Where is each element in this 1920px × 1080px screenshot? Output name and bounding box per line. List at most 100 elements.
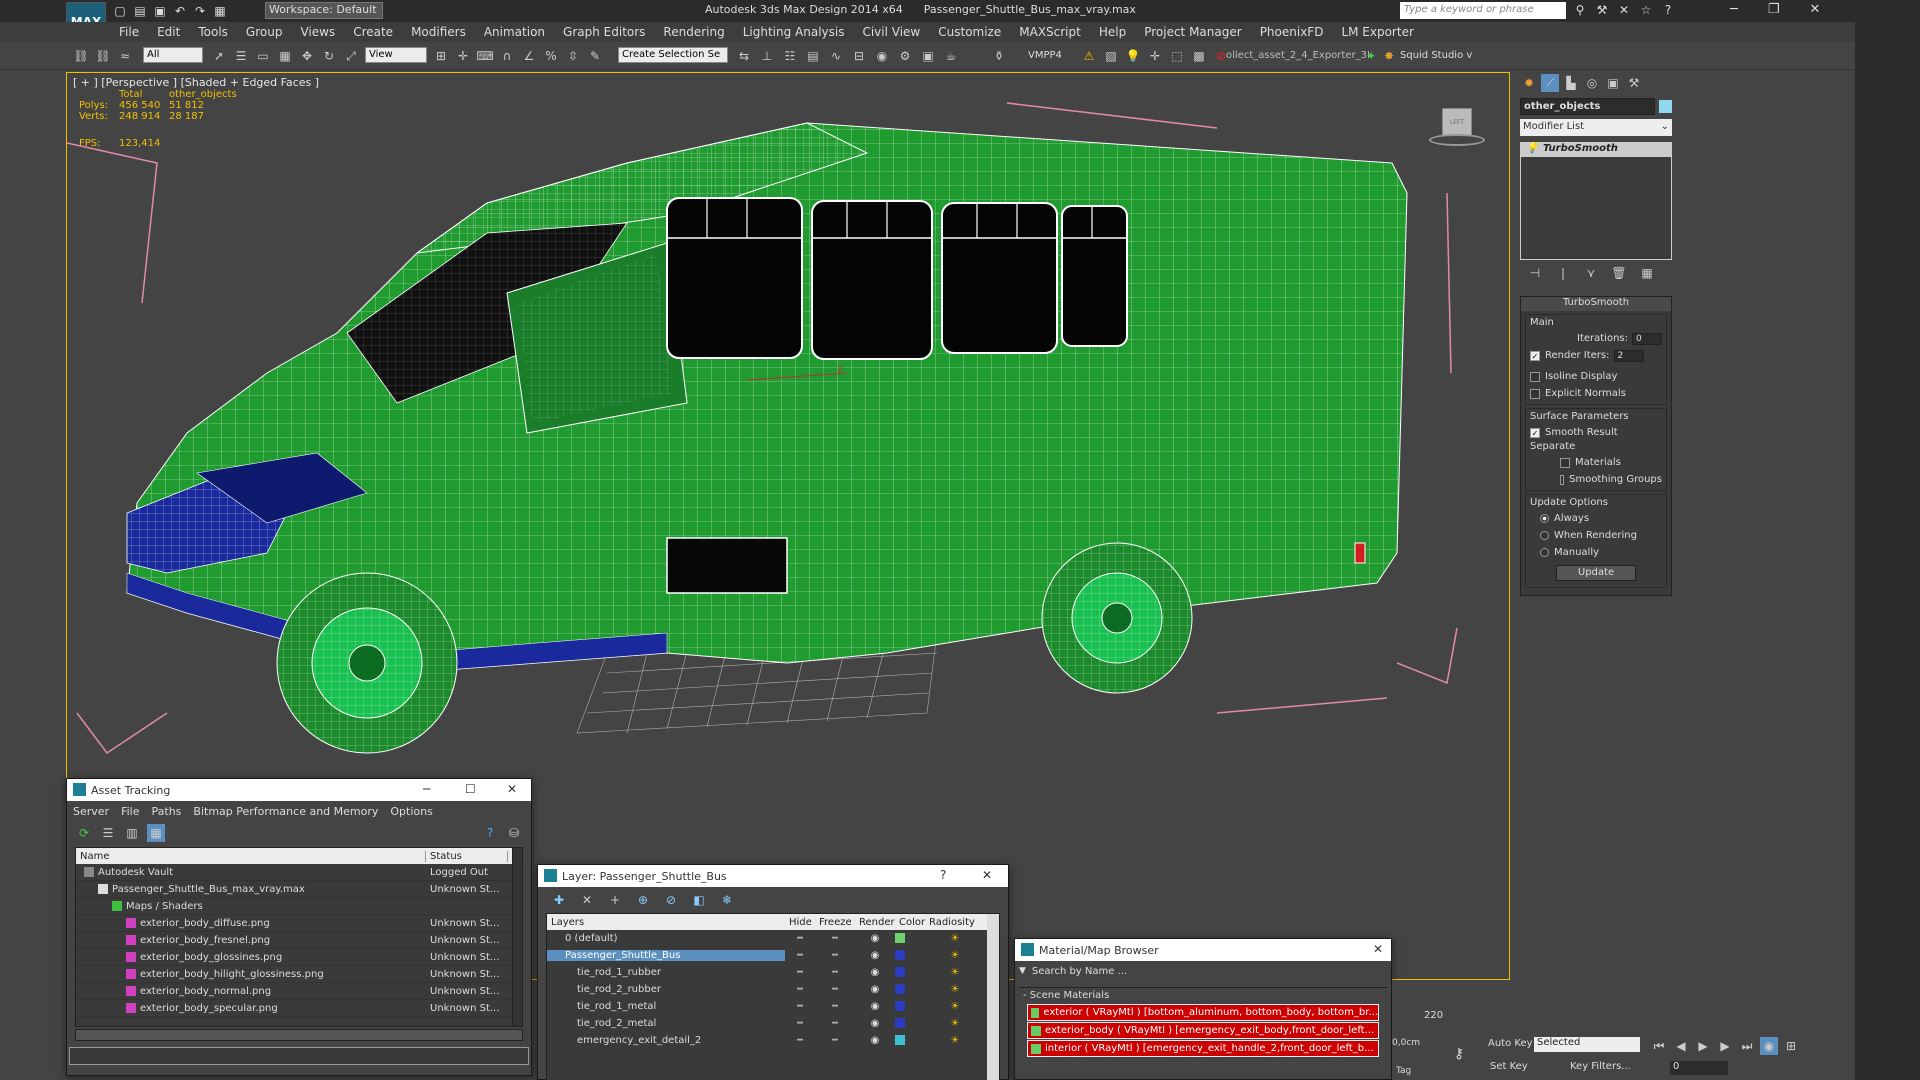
- asset-row[interactable]: Passenger_Shuttle_Bus_max_vray.max Unknow…: [76, 881, 522, 898]
- when-rendering-radio[interactable]: [1540, 531, 1549, 540]
- select-by-name-icon[interactable]: ☰: [232, 47, 250, 65]
- unlink-icon[interactable]: ⛓: [94, 47, 112, 65]
- close-button[interactable]: ✕: [1373, 942, 1383, 956]
- select-in-layer-icon[interactable]: ⊕: [634, 891, 652, 909]
- hide-toggle-icon[interactable]: ┅: [785, 967, 815, 978]
- iterations-spinner[interactable]: 0: [1632, 332, 1662, 345]
- hide-toggle-icon[interactable]: ┅: [785, 1035, 815, 1046]
- render-frame-icon[interactable]: ▣: [919, 47, 937, 65]
- menu-item-views[interactable]: Views: [291, 25, 344, 39]
- key-icon[interactable]: ⚷: [1454, 1046, 1464, 1062]
- stack-item-turbosmooth[interactable]: 💡 TurboSmooth: [1521, 143, 1671, 157]
- asset-menu-options[interactable]: Options: [390, 805, 432, 818]
- refresh-icon[interactable]: ⟳: [75, 824, 93, 842]
- add-to-layer-icon[interactable]: +: [606, 891, 624, 909]
- render-toggle-icon[interactable]: ◉: [855, 984, 895, 995]
- image-icon[interactable]: ▨: [1102, 47, 1120, 65]
- explicit-normals-checkbox[interactable]: [1530, 388, 1540, 399]
- binoculars-icon[interactable]: ⚲: [1572, 2, 1588, 18]
- freeze-all-icon[interactable]: ❄: [718, 891, 736, 909]
- schematic-icon[interactable]: ⊟: [850, 47, 868, 65]
- scene-materials-header[interactable]: - Scene Materials: [1019, 988, 1387, 1003]
- window-crossing-icon[interactable]: ▦: [276, 47, 294, 65]
- coord-field[interactable]: 0,0cm: [1392, 1038, 1442, 1052]
- select-object-icon[interactable]: ➚: [210, 47, 228, 65]
- prev-frame-icon[interactable]: ◀: [1672, 1037, 1690, 1055]
- transform-icon[interactable]: ✛: [1146, 47, 1164, 65]
- asset-row[interactable]: Autodesk Vault Logged Out: [76, 864, 522, 881]
- asset-menu-paths[interactable]: Paths: [152, 805, 182, 818]
- layer-col-render[interactable]: Render: [855, 917, 895, 928]
- list-view-icon[interactable]: ☰: [99, 824, 117, 842]
- hide-toggle-icon[interactable]: ┅: [785, 1001, 815, 1012]
- layer-col-radiosity[interactable]: Radiosity: [925, 917, 985, 928]
- material-editor-icon[interactable]: ◉: [873, 47, 891, 65]
- radiosity-icon[interactable]: ☀: [925, 967, 985, 978]
- menu-item-create[interactable]: Create: [344, 25, 402, 39]
- vertical-scrollbar[interactable]: [512, 848, 522, 1026]
- render-toggle-icon[interactable]: ◉: [855, 967, 895, 978]
- layer-row[interactable]: tie_rod_2_rubber ┅ ┅ ◉ ☀: [547, 981, 999, 998]
- menu-item-graph-editors[interactable]: Graph Editors: [554, 25, 654, 39]
- radiosity-icon[interactable]: ☀: [925, 950, 985, 961]
- close-button[interactable]: ✕: [1809, 2, 1820, 17]
- layer-row[interactable]: tie_rod_2_metal ┅ ┅ ◉ ☀: [547, 1015, 999, 1032]
- render-toggle-icon[interactable]: ◉: [855, 1018, 895, 1029]
- materials-checkbox[interactable]: [1560, 457, 1570, 468]
- move-icon[interactable]: ✥: [298, 47, 316, 65]
- bulb-icon[interactable]: 💡: [1526, 143, 1538, 154]
- menu-item-lm-exporter[interactable]: LM Exporter: [1332, 25, 1422, 39]
- render-icon[interactable]: ☕: [942, 47, 960, 65]
- curve-editor-icon[interactable]: ∿: [827, 47, 845, 65]
- modifier-list-dropdown[interactable]: Modifier List ⌄: [1520, 119, 1672, 136]
- percent-snap-icon[interactable]: %: [542, 47, 560, 65]
- undo-icon[interactable]: ↶: [172, 3, 188, 19]
- menu-item-modifiers[interactable]: Modifiers: [402, 25, 475, 39]
- layer-row[interactable]: Passenger_Shuttle_Bus ┅ ┅ ◉ ☀: [547, 947, 999, 964]
- layer-dialog-titlebar[interactable]: Layer: Passenger_Shuttle_Bus ? ✕: [538, 865, 1008, 887]
- exporter-label[interactable]: ollect_asset_2_4_Exporter_3I: [1226, 50, 1370, 61]
- bind-spacewarp-icon[interactable]: ≈: [116, 47, 134, 65]
- display-tab-icon[interactable]: ▣: [1604, 74, 1622, 92]
- asset-row[interactable]: exterior_body_normal.png Unknown St...: [76, 983, 522, 1000]
- redo-icon[interactable]: ↷: [192, 3, 208, 19]
- hide-toggle-icon[interactable]: ┅: [785, 984, 815, 995]
- pin-stack-icon[interactable]: ⊣: [1526, 264, 1544, 282]
- asset-menu-server[interactable]: Server: [73, 805, 109, 818]
- next-frame-icon[interactable]: ▶: [1716, 1037, 1734, 1055]
- angle-snap-icon[interactable]: ∠: [520, 47, 538, 65]
- rollout-title[interactable]: TurboSmooth: [1521, 297, 1671, 311]
- vault-icon[interactable]: ⛁: [505, 824, 523, 842]
- minimize-button[interactable]: ─: [1730, 2, 1738, 17]
- asset-row[interactable]: Maps / Shaders: [76, 898, 522, 915]
- menu-item-tools[interactable]: Tools: [189, 25, 237, 39]
- keyboard-shortcut-icon[interactable]: ⌨: [476, 47, 494, 65]
- render-iters-spinner[interactable]: 2: [1613, 349, 1644, 362]
- maximize-button[interactable]: ☐: [465, 782, 476, 796]
- mirror-icon[interactable]: ⇆: [735, 47, 753, 65]
- asset-row[interactable]: exterior_body_fresnel.png Unknown St...: [76, 932, 522, 949]
- radiosity-icon[interactable]: ☀: [925, 1035, 985, 1046]
- minimize-button[interactable]: ─: [423, 782, 430, 796]
- rotate-icon[interactable]: ↻: [320, 47, 338, 65]
- maximize-button[interactable]: ❐: [1768, 2, 1780, 17]
- menu-item-edit[interactable]: Edit: [148, 25, 189, 39]
- layer-row[interactable]: 0 (default) ┅ ┅ ◉ ☀: [547, 930, 999, 947]
- freeze-toggle-icon[interactable]: ┅: [815, 933, 855, 944]
- layer-color-swatch[interactable]: [895, 933, 905, 943]
- vmpp-label[interactable]: VMPP4: [1028, 50, 1062, 61]
- render-toggle-icon[interactable]: ◉: [855, 1035, 895, 1046]
- always-radio[interactable]: [1540, 514, 1549, 523]
- goto-end-icon[interactable]: ⏭: [1738, 1037, 1756, 1055]
- menu-item-lighting-analysis[interactable]: Lighting Analysis: [734, 25, 854, 39]
- layer-color-swatch[interactable]: [895, 950, 905, 960]
- close-button[interactable]: ✕: [507, 782, 517, 796]
- selected-dropdown[interactable]: Selected: [1534, 1037, 1640, 1052]
- project-icon[interactable]: ▦: [212, 3, 228, 19]
- hierarchy-tab-icon[interactable]: ▙: [1562, 74, 1580, 92]
- layer-color-swatch[interactable]: [895, 967, 905, 977]
- layer-row[interactable]: tie_rod_1_metal ┅ ┅ ◉ ☀: [547, 998, 999, 1015]
- frame-number-field[interactable]: 0: [1670, 1061, 1728, 1075]
- delete-layer-icon[interactable]: ✕: [578, 891, 596, 909]
- layer-scrollbar[interactable]: [987, 914, 999, 1080]
